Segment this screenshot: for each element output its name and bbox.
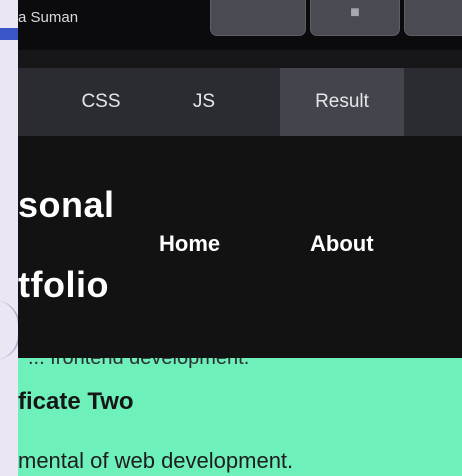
tab-result[interactable]: Result bbox=[280, 68, 404, 136]
topbar-spacer bbox=[18, 50, 462, 68]
result-site-header: sonal tfolio Home About bbox=[18, 136, 462, 358]
toolbar-button-icon: ■ bbox=[350, 4, 360, 21]
site-logo-line-2[interactable]: tfolio bbox=[18, 264, 109, 306]
page-left-edge bbox=[0, 0, 20, 476]
blue-strip bbox=[0, 28, 18, 40]
author-name[interactable]: a Suman bbox=[18, 6, 78, 30]
toolbar-button-2[interactable]: ■ bbox=[310, 0, 400, 36]
tab-js[interactable]: JS bbox=[168, 68, 240, 136]
decorative-arc bbox=[0, 300, 20, 360]
certificate-description: mental of web development. bbox=[18, 448, 294, 473]
codepen-editor: a Suman ■ CSS JS Result sonal tfolio Hom… bbox=[0, 0, 462, 476]
toolbar-button-3[interactable] bbox=[404, 0, 462, 36]
nav-home-link[interactable]: Home bbox=[159, 231, 220, 257]
certificate-title: ficate Two bbox=[18, 388, 134, 415]
tab-css[interactable]: CSS bbox=[58, 68, 144, 136]
nav-about-link[interactable]: About bbox=[310, 231, 374, 257]
result-content-section: ... frontend development. ficate Two men… bbox=[18, 358, 462, 476]
editor-tab-bar: CSS JS Result bbox=[18, 68, 462, 136]
site-logo-line-1[interactable]: sonal bbox=[18, 184, 115, 226]
toolbar-button-1[interactable] bbox=[210, 0, 306, 36]
cut-off-text: ... frontend development. bbox=[28, 358, 250, 369]
editor-topbar: a Suman ■ bbox=[18, 0, 462, 50]
